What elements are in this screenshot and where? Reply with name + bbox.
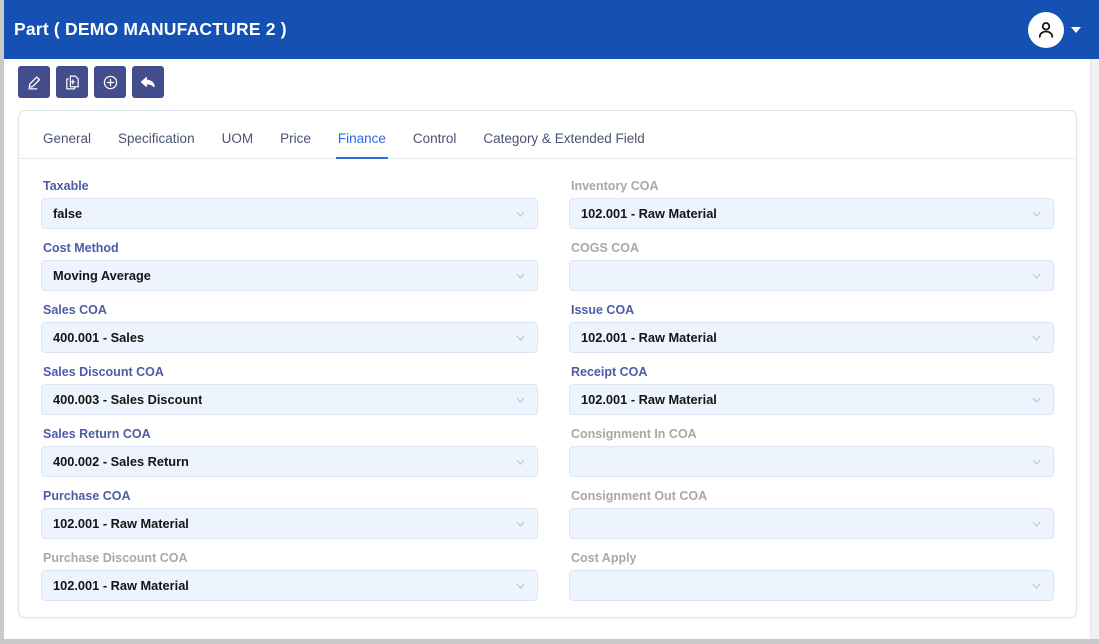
tab-category-extended-field[interactable]: Category & Extended Field: [481, 131, 646, 159]
chevron-down-icon: [516, 397, 525, 403]
label-taxable: Taxable: [43, 179, 89, 193]
value-receipt-coa: 102.001 - Raw Material: [581, 392, 717, 407]
value-purchase-discount-coa: 102.001 - Raw Material: [53, 578, 189, 593]
label-issue-coa: Issue COA: [571, 303, 635, 317]
select-cost-method[interactable]: Moving Average: [41, 260, 538, 291]
field-cogs-coa: COGS COA: [569, 241, 1054, 291]
tab-specification[interactable]: Specification: [116, 131, 197, 159]
field-purchase-discount-coa: Purchase Discount COA 102.001 - Raw Mater…: [41, 551, 538, 601]
select-cost-apply[interactable]: [569, 570, 1054, 601]
chevron-down-icon: [1032, 459, 1041, 465]
back-button[interactable]: [132, 66, 164, 98]
chevron-down-icon: [1032, 273, 1041, 279]
label-cogs-coa: COGS COA: [571, 241, 640, 255]
vertical-scrollbar[interactable]: [1090, 59, 1099, 639]
tab-finance[interactable]: Finance: [335, 131, 388, 159]
label-purchase-discount-coa: Purchase Discount COA: [43, 551, 188, 565]
select-cogs-coa[interactable]: [569, 260, 1054, 291]
field-receipt-coa: Receipt COA 102.001 - Raw Material: [569, 365, 1054, 415]
value-sales-discount-coa: 400.003 - Sales Discount: [53, 392, 203, 407]
field-sales-discount-coa: Sales Discount COA 400.003 - Sales Discou…: [41, 365, 538, 415]
value-sales-coa: 400.001 - Sales: [53, 330, 145, 345]
copy-button[interactable]: [56, 66, 88, 98]
back-arrow-icon: [140, 77, 155, 88]
value-cost-method: Moving Average: [53, 268, 151, 283]
select-inventory-coa[interactable]: 102.001 - Raw Material: [569, 198, 1054, 229]
plus-circle-icon: [103, 75, 117, 89]
chevron-down-icon: [516, 211, 525, 217]
select-sales-return-coa[interactable]: 400.002 - Sales Return: [41, 446, 538, 477]
select-issue-coa[interactable]: 102.001 - Raw Material: [569, 322, 1054, 353]
edit-button[interactable]: [18, 66, 50, 98]
duplicate-document-icon: [65, 75, 79, 89]
select-purchase-coa[interactable]: 102.001 - Raw Material: [41, 508, 538, 539]
form-column-right: Inventory COA 102.001 - Raw Material COGS …: [569, 179, 1054, 613]
field-cost-apply: Cost Apply: [569, 551, 1054, 601]
field-issue-coa: Issue COA 102.001 - Raw Material: [569, 303, 1054, 353]
select-purchase-discount-coa[interactable]: 102.001 - Raw Material: [41, 570, 538, 601]
field-sales-return-coa: Sales Return COA 400.002 - Sales Return: [41, 427, 538, 477]
label-cost-method: Cost Method: [43, 241, 119, 255]
user-icon: [1038, 21, 1054, 38]
chevron-down-icon: [516, 459, 525, 465]
select-consignment-out-coa[interactable]: [569, 508, 1054, 539]
field-consignment-in-coa: Consignment In COA: [569, 427, 1054, 477]
add-button[interactable]: [94, 66, 126, 98]
chevron-down-icon: [516, 273, 525, 279]
chevron-down-icon: [516, 521, 525, 527]
form-column-left: Taxable false Cost Method Moving Average Sal…: [41, 179, 538, 613]
chevron-down-icon: [1032, 397, 1041, 403]
title-bar: Part ( DEMO MANUFACTURE 2 ): [4, 0, 1099, 59]
avatar[interactable]: [1028, 11, 1064, 48]
chevron-down-icon: [1032, 583, 1041, 589]
finance-panel: General Specification UOM Price Finance Contr…: [18, 110, 1077, 618]
label-consignment-out-coa: Consignment Out COA: [571, 489, 708, 503]
chevron-down-icon: [1032, 211, 1041, 217]
field-inventory-coa: Inventory COA 102.001 - Raw Material: [569, 179, 1054, 229]
select-receipt-coa[interactable]: 102.001 - Raw Material: [569, 384, 1054, 415]
label-consignment-in-coa: Consignment In COA: [571, 427, 697, 441]
select-taxable[interactable]: false: [41, 198, 538, 229]
field-cost-method: Cost Method Moving Average: [41, 241, 538, 291]
value-inventory-coa: 102.001 - Raw Material: [581, 206, 717, 221]
chevron-down-icon: [516, 583, 525, 589]
field-taxable: Taxable false: [41, 179, 538, 229]
tab-control[interactable]: Control: [411, 131, 459, 159]
field-consignment-out-coa: Consignment Out COA: [569, 489, 1054, 539]
field-purchase-coa: Purchase COA 102.001 - Raw Material: [41, 489, 538, 539]
chevron-down-icon: [516, 335, 525, 341]
select-sales-coa[interactable]: 400.001 - Sales: [41, 322, 538, 353]
chevron-down-icon: [1032, 335, 1041, 341]
action-toolbar: [4, 59, 1099, 105]
finance-form: Taxable false Cost Method Moving Average Sal…: [19, 159, 1076, 613]
tab-uom[interactable]: UOM: [220, 131, 256, 159]
select-consignment-in-coa[interactable]: [569, 446, 1054, 477]
tab-general[interactable]: General: [41, 131, 93, 159]
value-issue-coa: 102.001 - Raw Material: [581, 330, 717, 345]
label-sales-return-coa: Sales Return COA: [43, 427, 151, 441]
label-sales-coa: Sales COA: [43, 303, 107, 317]
label-receipt-coa: Receipt COA: [571, 365, 648, 379]
label-purchase-coa: Purchase COA: [43, 489, 131, 503]
chevron-down-icon[interactable]: [1071, 26, 1081, 33]
value-sales-return-coa: 400.002 - Sales Return: [53, 454, 189, 469]
select-sales-discount-coa[interactable]: 400.003 - Sales Discount: [41, 384, 538, 415]
field-sales-coa: Sales COA 400.001 - Sales: [41, 303, 538, 353]
page-title: Part ( DEMO MANUFACTURE 2 ): [14, 19, 287, 39]
value-purchase-coa: 102.001 - Raw Material: [53, 516, 189, 531]
tab-bar: General Specification UOM Price Finance Contr…: [19, 111, 1076, 159]
tab-price[interactable]: Price: [278, 131, 313, 159]
value-taxable: false: [53, 206, 83, 221]
label-cost-apply: Cost Apply: [571, 551, 637, 565]
label-inventory-coa: Inventory COA: [571, 179, 659, 193]
user-menu[interactable]: [1028, 11, 1081, 48]
pencil-icon: [27, 75, 40, 90]
label-sales-discount-coa: Sales Discount COA: [43, 365, 164, 379]
application-window: Part ( DEMO MANUFACTURE 2 ) General Spec…: [0, 0, 1099, 644]
chevron-down-icon: [1032, 521, 1041, 527]
